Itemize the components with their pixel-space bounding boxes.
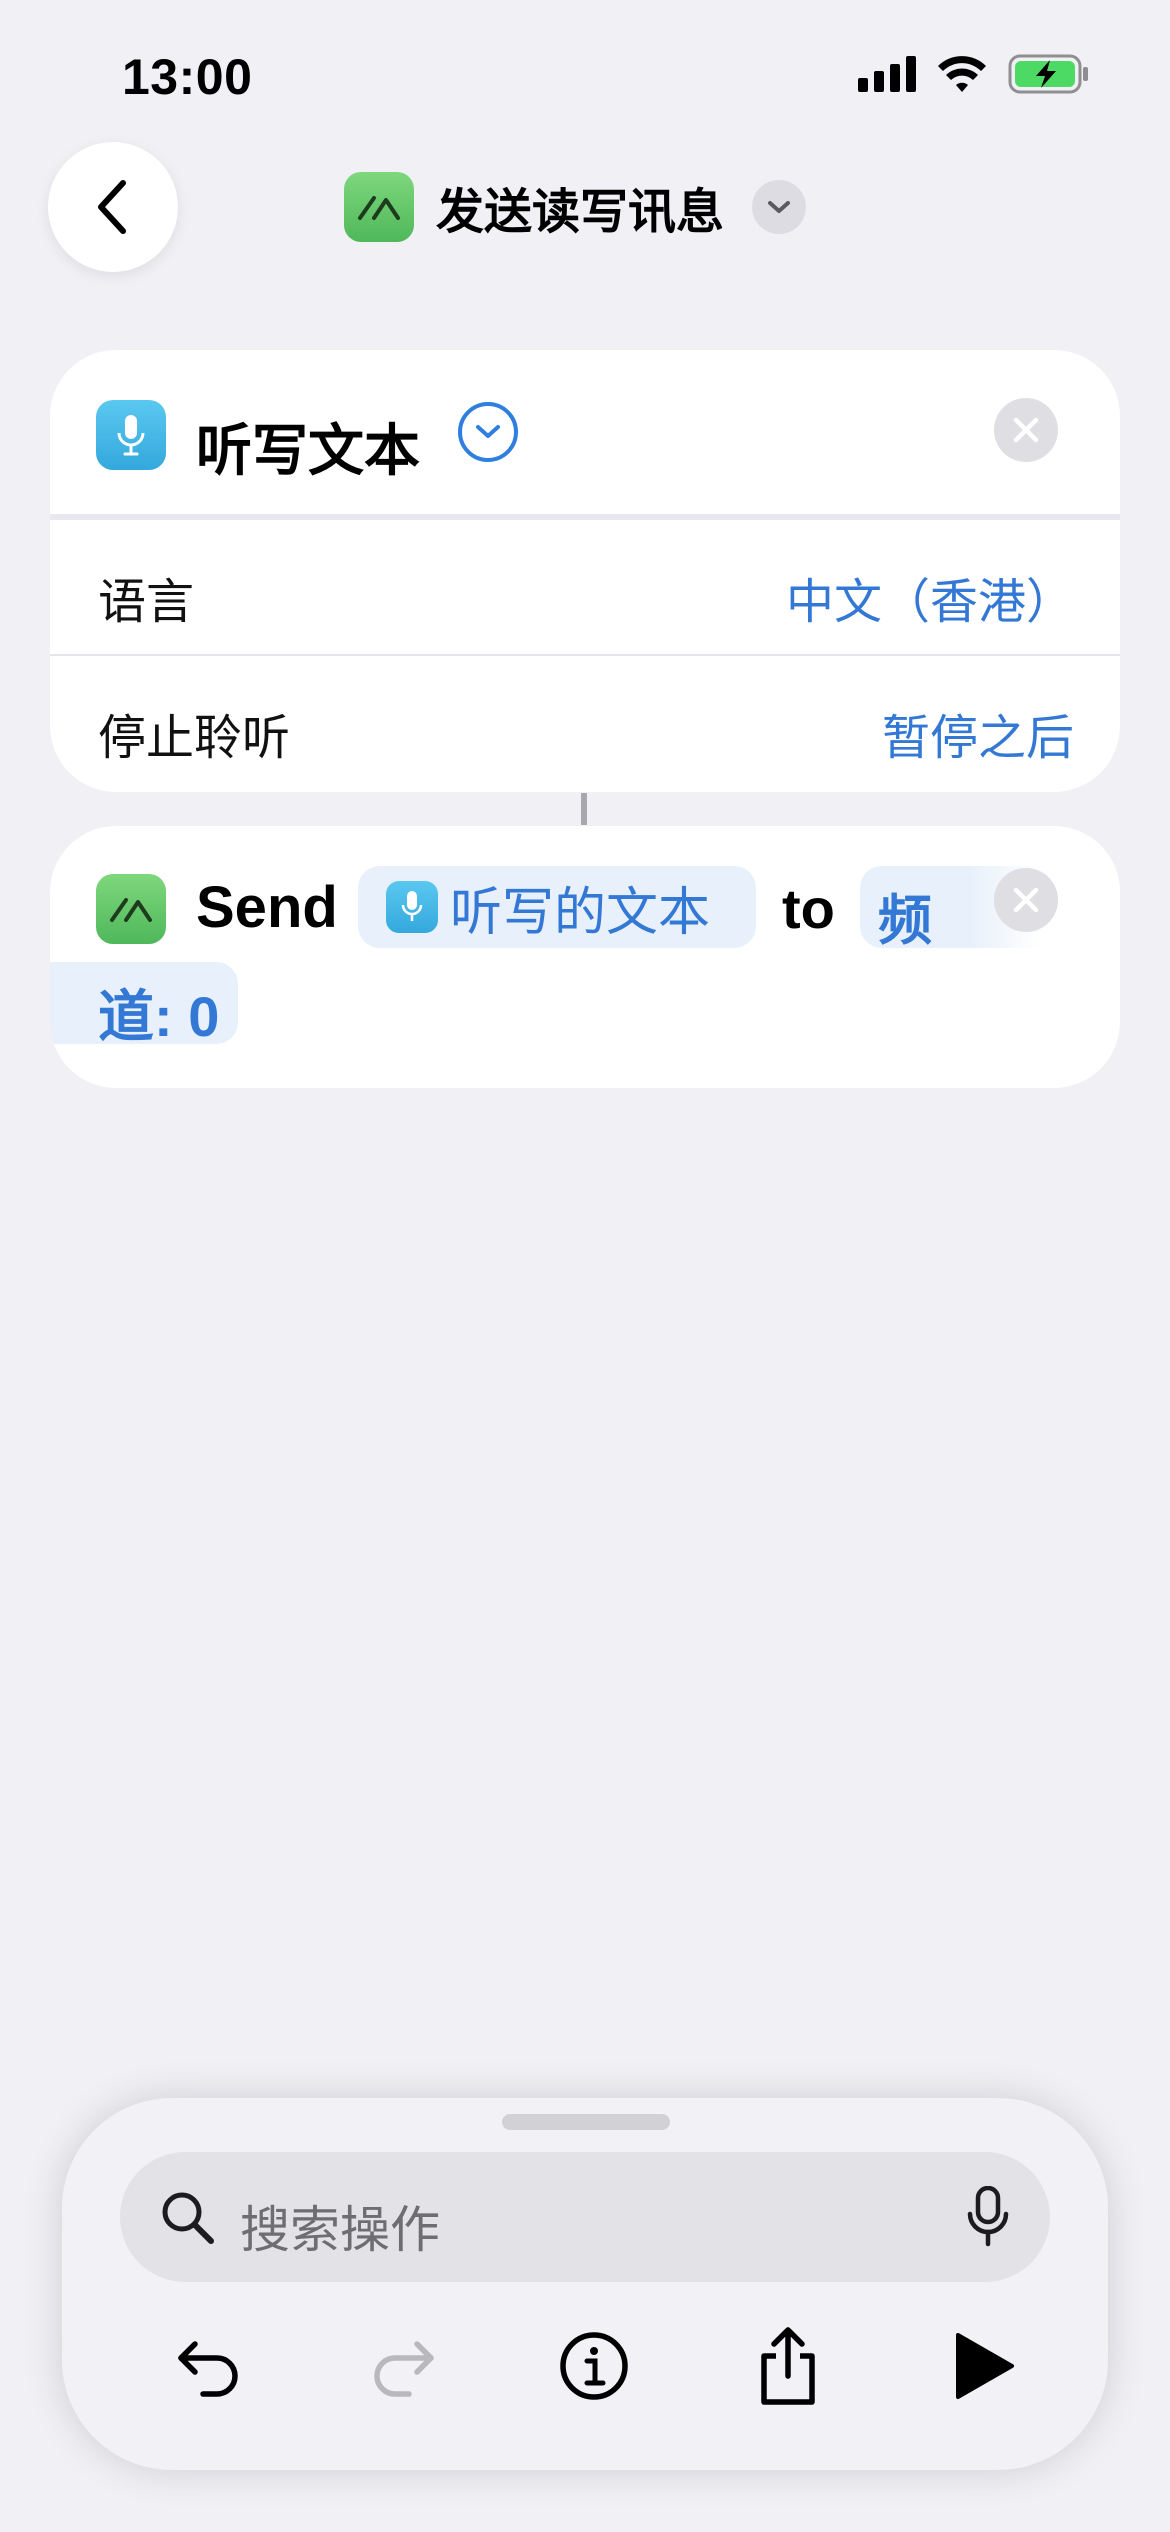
battery-charging-icon — [1008, 54, 1088, 94]
channel-token-text: 频 — [878, 891, 932, 951]
dictate-text-action-card[interactable]: 听写文本 语言 中文（香港） 停止聆听 暂停之后 — [50, 350, 1120, 792]
page-title: 发送读写讯息 — [436, 186, 725, 239]
redo-button[interactable] — [358, 2320, 450, 2412]
redo-icon — [374, 2341, 434, 2397]
action-header: 听写文本 — [50, 350, 1120, 518]
chevron-down-icon — [476, 425, 500, 438]
app-icon — [96, 874, 166, 944]
token-label: 听写的文本 — [450, 883, 711, 942]
language-value[interactable]: 中文（香港） — [786, 562, 1074, 632]
undo-button[interactable] — [162, 2320, 254, 2412]
shortcut-title-menu[interactable]: 发送读写讯息 — [344, 172, 807, 242]
send-message-action-card[interactable]: Send 听写的文本 to 频 道: 0 — [50, 826, 1120, 1088]
search-actions-field[interactable]: 搜索操作 — [120, 2152, 1050, 2282]
chevron-left-icon — [98, 180, 126, 234]
stop-listening-row[interactable]: 停止聆听 暂停之后 — [50, 656, 1120, 792]
to-preposition: to — [782, 877, 835, 940]
cellular-signal-icon — [858, 56, 916, 92]
microphone-icon — [386, 881, 438, 933]
search-placeholder: 搜索操作 — [240, 2202, 440, 2258]
wifi-icon — [938, 56, 986, 92]
share-button[interactable] — [742, 2320, 834, 2412]
info-icon — [560, 2332, 628, 2400]
language-row[interactable]: 语言 中文（香港） — [50, 520, 1120, 656]
run-button[interactable] — [938, 2320, 1030, 2412]
action-connector — [581, 793, 587, 825]
info-button[interactable] — [548, 2320, 640, 2412]
stop-listening-value[interactable]: 暂停之后 — [882, 698, 1074, 768]
expand-options-button[interactable] — [458, 402, 518, 462]
microphone-icon — [96, 400, 166, 470]
send-verb: Send — [196, 875, 338, 940]
status-time: 13:00 — [122, 49, 253, 105]
close-icon — [1013, 887, 1039, 913]
close-icon — [1013, 417, 1039, 443]
back-button[interactable] — [48, 142, 178, 272]
share-icon — [761, 2327, 815, 2405]
sheet-grabber[interactable] — [502, 2114, 670, 2130]
search-icon — [162, 2192, 214, 2244]
actions-bottom-sheet: 搜索操作 — [62, 2098, 1108, 2470]
chevron-down-icon[interactable] — [752, 180, 807, 234]
stop-listening-label: 停止聆听 — [98, 712, 291, 765]
language-label: 语言 — [98, 576, 195, 629]
app-icon — [344, 172, 414, 242]
status-icons — [858, 54, 1090, 94]
play-icon — [956, 2333, 1014, 2399]
channel-token-continued[interactable]: 道: 0 — [50, 962, 238, 1048]
dictated-text-variable-token[interactable]: 听写的文本 — [358, 866, 756, 948]
microphone-icon[interactable] — [966, 2186, 1010, 2248]
remove-action-button[interactable] — [994, 868, 1058, 932]
undo-icon — [178, 2341, 238, 2397]
action-title: 听写文本 — [196, 419, 420, 482]
channel-token-text: 道: 0 — [98, 985, 220, 1048]
remove-action-button[interactable] — [994, 398, 1058, 462]
